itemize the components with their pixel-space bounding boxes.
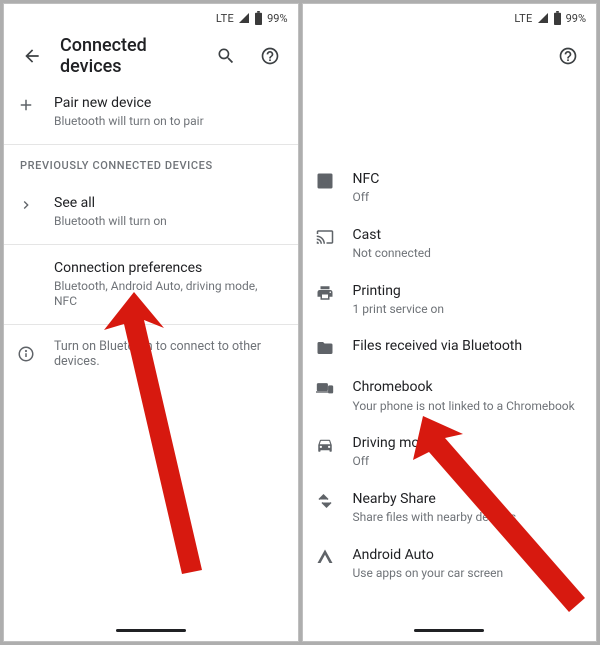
item-title: Chromebook [353,378,581,396]
status-bar: LTE 99% [303,4,597,32]
files-received-item[interactable]: Files received via Bluetooth [303,327,597,368]
nearby-share-icon [315,491,335,511]
item-title: Printing [353,282,581,300]
battery-percent: 99% [267,12,287,25]
app-header [303,32,597,80]
item-subtitle: Bluetooth will turn on [54,214,282,230]
network-indicator: LTE [216,12,234,25]
item-title: Driving mode [353,434,581,452]
driving-mode-item[interactable]: Driving mode Off [303,424,597,480]
item-subtitle: Share files with nearby devices [353,510,581,526]
item-subtitle: Not connected [353,246,581,262]
back-button[interactable] [16,40,48,72]
hint-text: Turn on Bluetooth to connect to other de… [54,339,282,369]
status-bar: LTE 99% [4,4,298,32]
nav-pill [414,629,484,632]
item-subtitle: Bluetooth, Android Auto, driving mode, N… [54,279,282,310]
chromebook-item[interactable]: Chromebook Your phone is not linked to a… [303,368,597,424]
app-header: Connected devices [4,32,298,80]
folder-icon [315,338,335,358]
connection-preferences-item[interactable]: Connection preferences Bluetooth, Androi… [4,245,298,324]
android-auto-icon [315,547,335,567]
printer-icon [315,283,335,303]
item-title: Connection preferences [54,259,282,277]
nfc-icon [315,171,335,191]
battery-icon [254,11,263,25]
nearby-share-item[interactable]: Nearby Share Share files with nearby dev… [303,480,597,536]
item-subtitle: Off [353,190,581,206]
phone-left: LTE 99% Connected devices Pair new devic… [3,3,299,642]
network-indicator: LTE [514,12,532,25]
item-subtitle: 1 print service on [353,302,581,318]
see-all-item[interactable]: See all Bluetooth will turn on [4,180,298,244]
nav-pill [116,629,186,632]
item-title: Files received via Bluetooth [353,337,581,355]
info-icon [16,344,36,364]
item-title: Nearby Share [353,490,581,508]
laptop-phone-icon [315,379,335,399]
battery-icon [553,11,562,25]
item-title: Pair new device [54,94,282,112]
item-title: Cast [353,226,581,244]
help-button[interactable] [552,40,584,72]
page-title: Connected devices [60,35,198,77]
phone-right: LTE 99% NFC Off Cast Not connected [302,3,598,642]
item-subtitle: Your phone is not linked to a Chromebook [353,399,581,415]
cast-item[interactable]: Cast Not connected [303,216,597,272]
item-subtitle: Bluetooth will turn on to pair [54,114,282,130]
printing-item[interactable]: Printing 1 print service on [303,272,597,328]
item-subtitle: Use apps on your car screen [353,566,581,582]
plus-icon [16,95,36,115]
item-title: Android Auto [353,546,581,564]
signal-icon [238,12,250,24]
cast-icon [315,227,335,247]
car-icon [315,435,335,455]
battery-percent: 99% [566,12,586,25]
section-header-previous: PREVIOUSLY CONNECTED DEVICES [4,145,298,180]
signal-icon [537,12,549,24]
nav-bar[interactable] [303,619,597,641]
android-auto-item[interactable]: Android Auto Use apps on your car screen [303,536,597,592]
nfc-item[interactable]: NFC Off [303,160,597,216]
bluetooth-hint: Turn on Bluetooth to connect to other de… [4,325,298,383]
help-button[interactable] [254,40,286,72]
search-button[interactable] [210,40,242,72]
item-subtitle: Off [353,454,581,470]
item-title: See all [54,194,282,212]
item-title: NFC [353,170,581,188]
nav-bar[interactable] [4,619,298,641]
pair-new-device-item[interactable]: Pair new device Bluetooth will turn on t… [4,80,298,144]
chevron-right-icon [16,195,36,215]
